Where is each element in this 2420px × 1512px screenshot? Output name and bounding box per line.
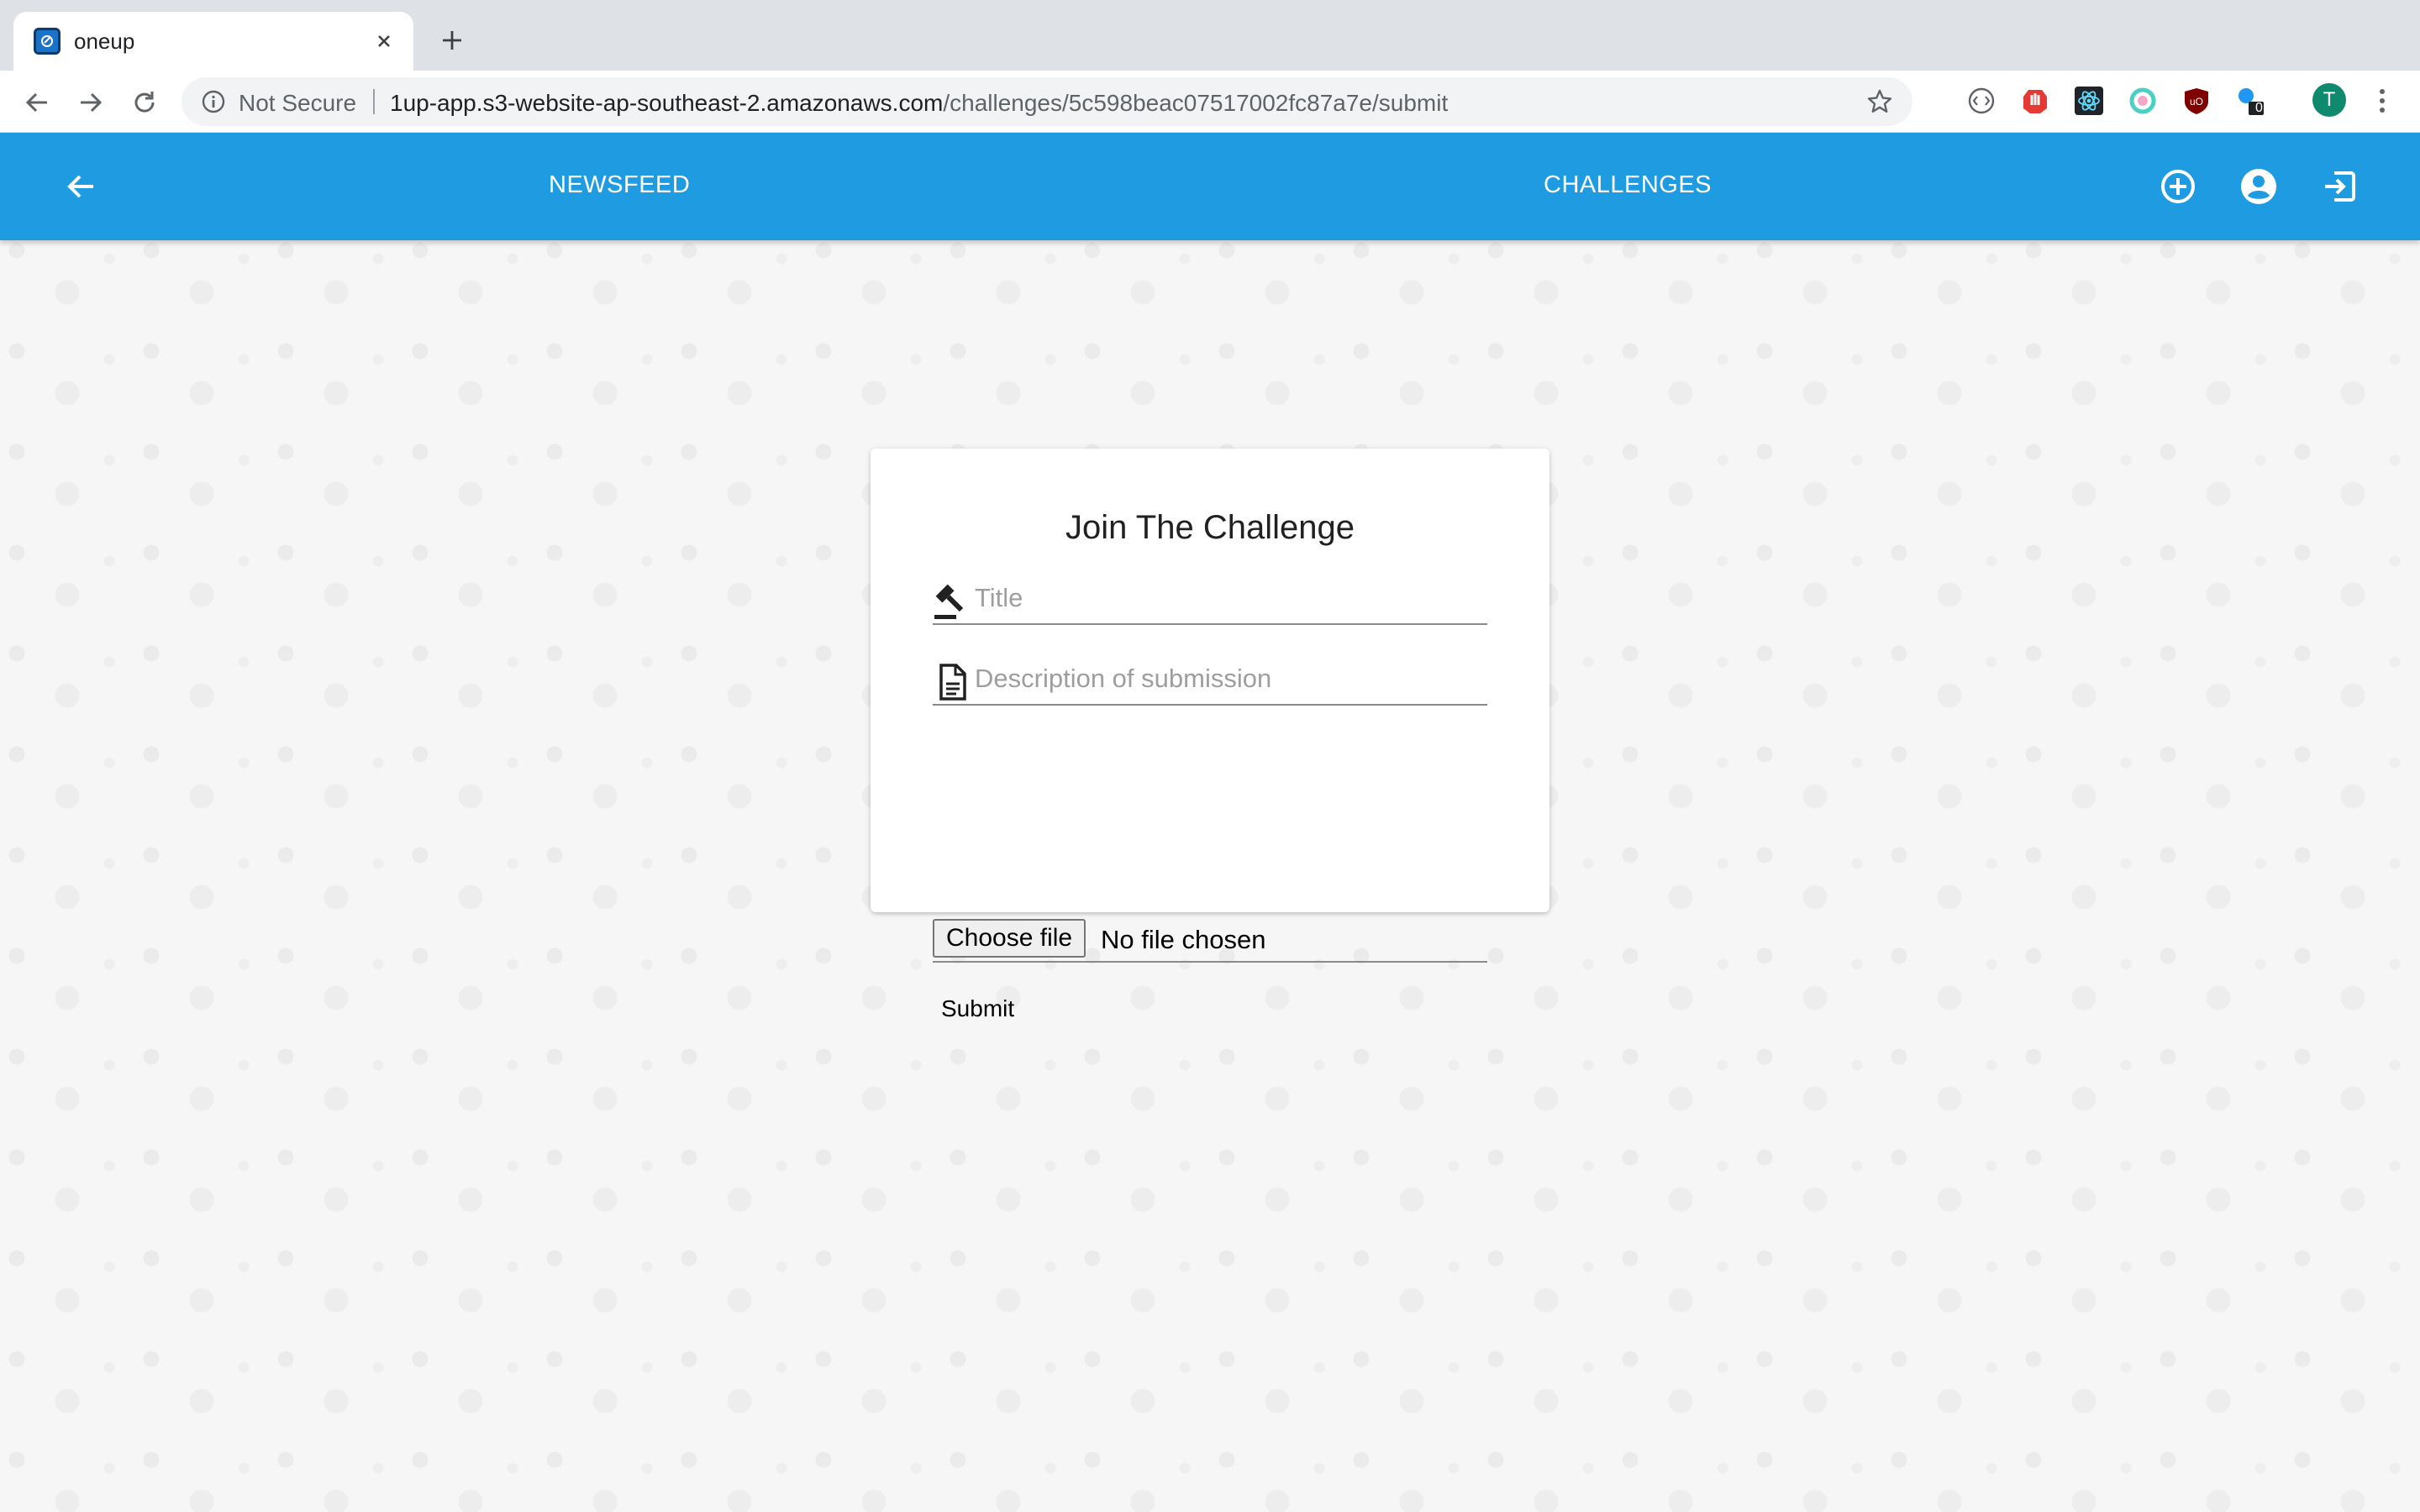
tab-title: oneup: [74, 29, 135, 54]
address-separator: [373, 89, 375, 114]
url-path: /challenges/5c598beac07517002fc87a7e/sub…: [943, 90, 1449, 116]
back-icon[interactable]: [18, 84, 55, 121]
favicon-icon: [34, 28, 60, 55]
document-icon: [939, 664, 966, 701]
app-viewport: NEWSFEED CHALLENGES Join The Challenge T…: [0, 133, 2420, 1512]
close-tab-icon[interactable]: [370, 27, 398, 55]
add-circle-icon[interactable]: [2156, 165, 2200, 208]
nav-newsfeed-link[interactable]: NEWSFEED: [549, 171, 690, 199]
browser-menu-icon[interactable]: [2370, 83, 2395, 118]
extension-hand-icon[interactable]: [2018, 84, 2052, 118]
browser-tab[interactable]: oneup: [13, 12, 413, 71]
forward-icon[interactable]: [72, 84, 109, 121]
extension-badge-icon[interactable]: 0: [2233, 84, 2267, 118]
browser-tabstrip: oneup: [0, 0, 2420, 71]
extension-badge-count: 0: [2255, 101, 2263, 115]
title-field[interactable]: [933, 578, 1487, 625]
extension-ublock-icon[interactable]: uO: [2180, 84, 2213, 118]
submit-button[interactable]: Submit: [933, 988, 1023, 1030]
address-bar[interactable]: Not Secure 1up-app.s3-website-ap-southea…: [182, 77, 1912, 126]
app-bar: NEWSFEED CHALLENGES: [0, 133, 2420, 240]
url-text: 1up-app.s3-website-ap-southeast-2.amazon…: [390, 90, 1448, 117]
new-tab-icon[interactable]: [434, 22, 471, 59]
extension-react-icon[interactable]: [2072, 84, 2106, 118]
card-title: Join The Challenge: [1065, 509, 1355, 546]
info-icon[interactable]: [200, 88, 227, 115]
gavel-icon: [934, 584, 964, 619]
star-icon[interactable]: [1865, 87, 1894, 116]
url-host: 1up-app.s3-website-ap-southeast-2.amazon…: [390, 90, 944, 116]
svg-text:uO: uO: [2190, 96, 2203, 108]
submission-card: Join The Challenge Choose file No file c…: [871, 449, 1549, 1021]
description-input[interactable]: [975, 664, 1479, 694]
description-field[interactable]: [933, 659, 1487, 706]
account-circle-icon[interactable]: [2237, 165, 2281, 208]
file-field: Choose file No file chosen: [933, 919, 1487, 963]
choose-file-button[interactable]: Choose file: [933, 919, 1086, 958]
arrow-back-icon[interactable]: [60, 166, 101, 207]
browser-toolbar: Not Secure 1up-app.s3-website-ap-southea…: [0, 71, 2420, 133]
security-label: Not Secure: [239, 90, 357, 116]
file-status: No file chosen: [1101, 925, 1266, 954]
profile-avatar[interactable]: T: [2312, 83, 2346, 117]
nav-challenges-link[interactable]: CHALLENGES: [1544, 171, 1712, 199]
logout-icon[interactable]: [2317, 165, 2361, 208]
extension-code-icon[interactable]: [1965, 84, 1998, 118]
reload-icon[interactable]: [126, 84, 163, 121]
extension-colorful-icon[interactable]: [2126, 84, 2160, 118]
title-input[interactable]: [975, 583, 1479, 613]
